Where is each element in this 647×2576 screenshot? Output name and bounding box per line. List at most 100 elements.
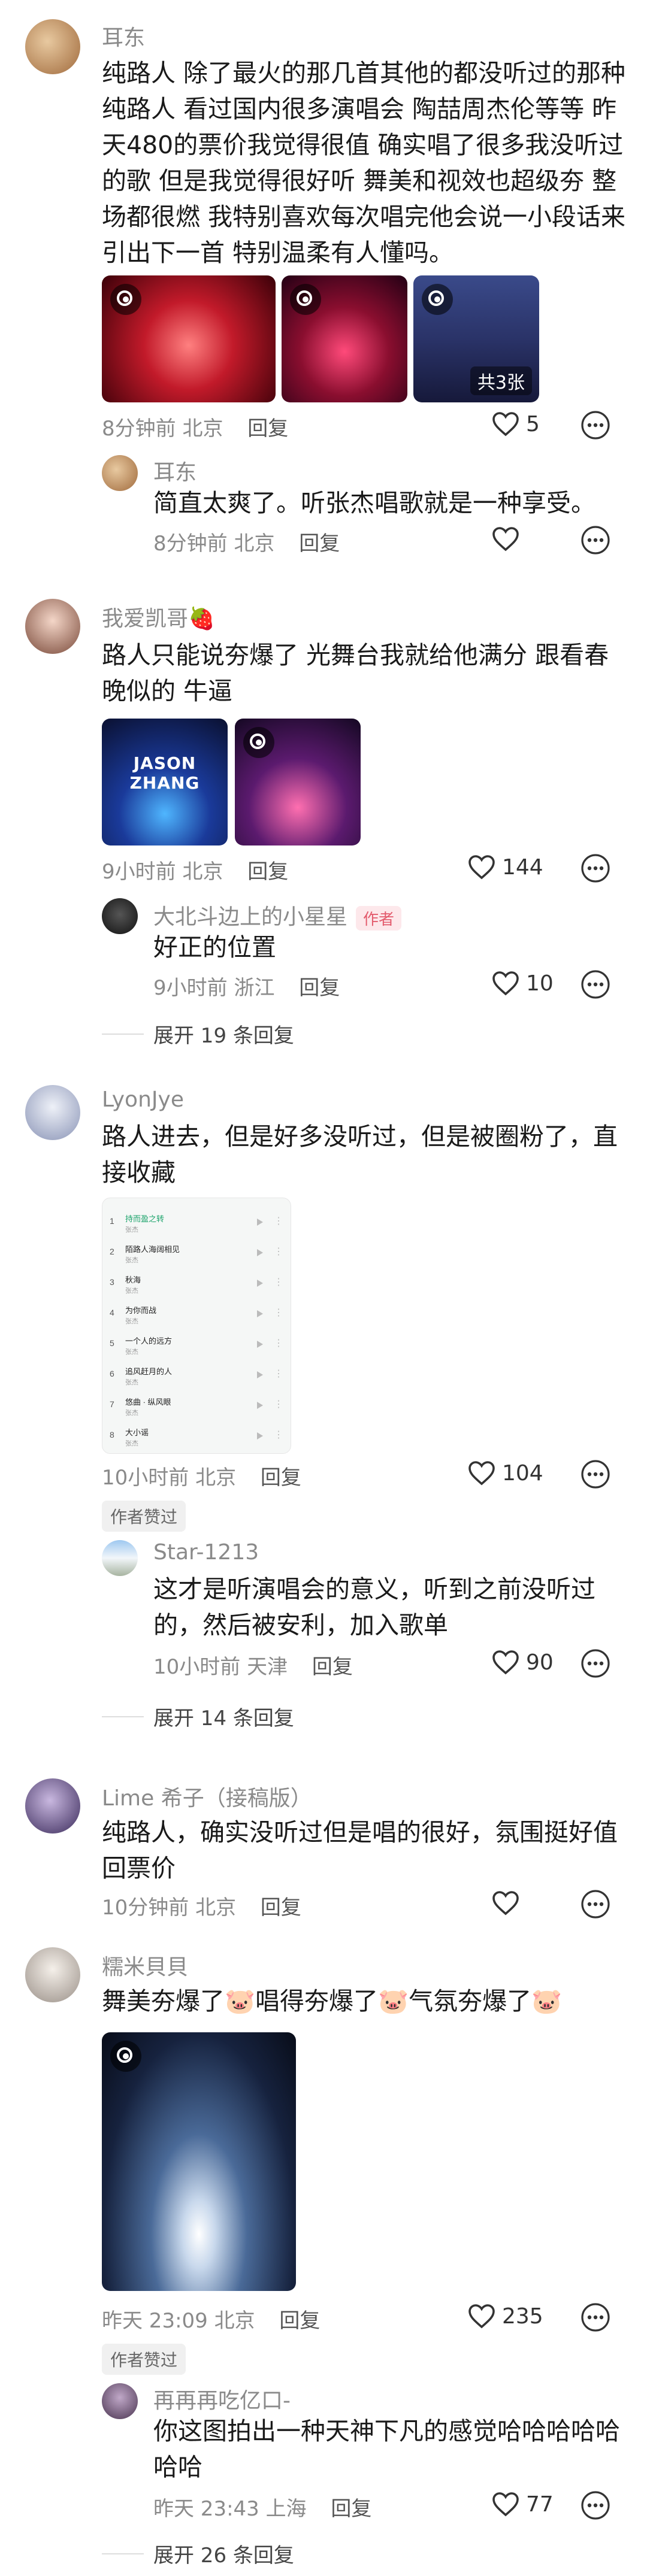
more-icon: ⋮ bbox=[274, 1399, 283, 1410]
reply-button[interactable]: 回复 bbox=[279, 2309, 320, 2333]
expand-replies-button[interactable]: 展开 26 条回复 bbox=[102, 2539, 294, 2568]
reply-button[interactable]: 回复 bbox=[312, 1655, 353, 1679]
more-options-icon[interactable] bbox=[580, 2302, 611, 2333]
playlist-title: 秋海 bbox=[125, 1275, 141, 1284]
more-options-icon[interactable] bbox=[580, 853, 611, 884]
reply-button[interactable]: 回复 bbox=[247, 860, 288, 884]
platform-logo-icon bbox=[243, 727, 274, 758]
reply-button[interactable]: 回复 bbox=[299, 532, 340, 556]
expand-replies-button[interactable]: 展开 14 条回复 bbox=[102, 1702, 294, 1731]
comment-image[interactable] bbox=[282, 275, 407, 402]
avatar[interactable] bbox=[25, 19, 80, 74]
more-icon: ⋮ bbox=[274, 1338, 283, 1348]
comment-meta: 10小时前 北京 回复 bbox=[102, 1461, 301, 1490]
comment-text: 纯路人，确实没听过但是唱的很好，氛围挺好值回票价 bbox=[102, 1818, 618, 1883]
avatar[interactable] bbox=[25, 1778, 80, 1833]
divider bbox=[102, 1033, 144, 1035]
playlist: 1 持而盈之转 张杰 ⋮ 2 陌路人海阔相见 张杰 ⋮ 3 秋海 张杰 ⋮ 4 为你而战 张杰 ⋮ 5 一个人的远… bbox=[107, 1209, 287, 1453]
reply-time: 8分钟前 bbox=[153, 532, 228, 556]
comment-location: 北京 bbox=[195, 1466, 237, 1490]
reply-author[interactable]: 再再再吃亿口- bbox=[153, 2383, 291, 2414]
like-button[interactable]: 77 bbox=[491, 2491, 554, 2517]
comment-author[interactable]: Lime 希子（接稿版） bbox=[102, 1781, 312, 1812]
expand-replies-button[interactable]: 展开 19 条回复 bbox=[102, 1019, 294, 1048]
avatar[interactable] bbox=[25, 1947, 80, 2002]
play-icon bbox=[257, 1280, 263, 1287]
comment-text: 路人进去，但是好多没听过，但是被圈粉了，直接收藏 bbox=[102, 1122, 618, 1187]
playlist-artist: 张杰 bbox=[125, 1348, 138, 1356]
playlist-row: 8 大小谣 张杰 ⋮ bbox=[107, 1423, 287, 1453]
more-options-icon[interactable] bbox=[580, 1648, 611, 1679]
like-button[interactable] bbox=[491, 526, 520, 552]
more-icon: ⋮ bbox=[274, 1430, 283, 1440]
more-icon: ⋮ bbox=[274, 1247, 283, 1257]
reply-author[interactable]: 大北斗边上的小星星 作者 bbox=[153, 899, 402, 931]
reply-location: 天津 bbox=[247, 1655, 288, 1679]
reply-text: 你这图拍出一种天神下凡的感觉哈哈哈哈哈哈哈 bbox=[153, 2417, 620, 2481]
playlist-row: 7 悠曲 · 纵风眼 张杰 ⋮ bbox=[107, 1392, 287, 1422]
more-options-icon[interactable] bbox=[580, 525, 611, 556]
reply-location: 北京 bbox=[234, 532, 275, 556]
avatar[interactable] bbox=[102, 898, 138, 934]
like-button[interactable]: 235 bbox=[467, 2303, 543, 2329]
more-options-icon[interactable] bbox=[580, 410, 611, 441]
like-button[interactable]: 90 bbox=[491, 1649, 554, 1675]
avatar[interactable] bbox=[102, 2383, 138, 2419]
comment-time: 10分钟前 bbox=[102, 1896, 189, 1920]
like-button[interactable]: 144 bbox=[467, 854, 543, 880]
avatar[interactable] bbox=[102, 455, 138, 491]
comment-author[interactable]: 糯米貝貝 bbox=[102, 1950, 188, 1981]
avatar[interactable] bbox=[25, 1085, 80, 1140]
reply-author-name[interactable]: 大北斗边上的小星星 bbox=[153, 905, 347, 929]
platform-logo-icon bbox=[422, 284, 453, 315]
reply-button[interactable]: 回复 bbox=[261, 1466, 301, 1490]
more-options-icon[interactable] bbox=[580, 2490, 611, 2521]
heart-icon bbox=[492, 1891, 519, 1916]
comment-image[interactable]: JASON ZHANG bbox=[102, 719, 228, 845]
like-count: 90 bbox=[526, 1650, 554, 1675]
comment-meta: 昨天 23:09 北京 回复 bbox=[102, 2304, 320, 2333]
play-icon bbox=[257, 1341, 263, 1348]
avatar[interactable] bbox=[102, 1540, 138, 1576]
comment-time: 8分钟前 bbox=[102, 417, 176, 441]
like-button[interactable]: 5 bbox=[491, 411, 540, 437]
play-icon bbox=[257, 1249, 263, 1256]
more-options-icon[interactable] bbox=[580, 969, 611, 1000]
comment-author[interactable]: LyonJye bbox=[102, 1087, 184, 1112]
reply-author[interactable]: Star-1213 bbox=[153, 1540, 259, 1565]
playlist-artist: 张杰 bbox=[125, 1440, 138, 1447]
comment-image[interactable] bbox=[235, 719, 361, 845]
reply-meta: 10小时前 天津 回复 bbox=[153, 1650, 353, 1680]
reply-button[interactable]: 回复 bbox=[261, 1896, 301, 1920]
playlist-index: 3 bbox=[110, 1277, 114, 1287]
reply-button[interactable]: 回复 bbox=[299, 976, 340, 1000]
comment-author[interactable]: 我爱凯哥🍓 bbox=[102, 601, 215, 632]
heart-icon bbox=[492, 2492, 519, 2517]
reply-time: 昨天 23:43 bbox=[153, 2497, 259, 2521]
playlist-artist: 张杰 bbox=[125, 1257, 138, 1264]
reply-location: 浙江 bbox=[234, 976, 275, 1000]
reply-author[interactable]: 耳东 bbox=[153, 455, 196, 486]
playlist-artist: 张杰 bbox=[125, 1287, 138, 1295]
reply-button[interactable]: 回复 bbox=[331, 2497, 371, 2521]
comment-location: 北京 bbox=[214, 2309, 255, 2333]
heart-icon bbox=[492, 971, 519, 996]
author-liked-tag: 作者赞过 bbox=[102, 2344, 186, 2375]
comment-author[interactable]: 耳东 bbox=[102, 20, 145, 51]
comment-image[interactable]: 共3张 bbox=[413, 275, 539, 402]
like-button[interactable]: 104 bbox=[467, 1460, 543, 1486]
heart-icon bbox=[492, 527, 519, 551]
more-options-icon[interactable] bbox=[580, 1889, 611, 1920]
comment-image[interactable] bbox=[102, 2032, 296, 2291]
playlist-screenshot[interactable]: 1 持而盈之转 张杰 ⋮ 2 陌路人海阔相见 张杰 ⋮ 3 秋海 张杰 ⋮ 4 为你而战 张杰 ⋮ 5 一个人的远… bbox=[102, 1198, 291, 1454]
avatar[interactable] bbox=[25, 599, 80, 654]
comment-image[interactable] bbox=[102, 275, 276, 402]
more-options-icon[interactable] bbox=[580, 1459, 611, 1490]
like-button[interactable]: 10 bbox=[491, 970, 554, 996]
like-button[interactable] bbox=[491, 1890, 520, 1916]
reply-button[interactable]: 回复 bbox=[247, 417, 288, 441]
playlist-title: 持而盈之转 bbox=[125, 1214, 165, 1223]
playlist-index: 6 bbox=[110, 1369, 114, 1378]
reply-text: 好正的位置 bbox=[153, 933, 276, 962]
like-count: 10 bbox=[526, 971, 554, 996]
